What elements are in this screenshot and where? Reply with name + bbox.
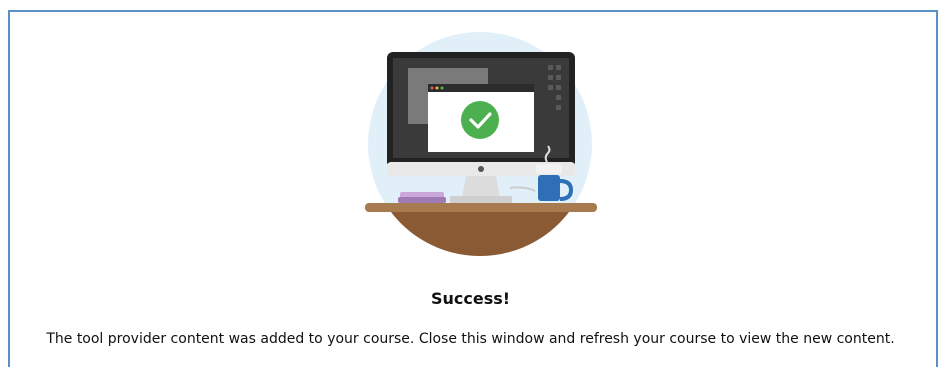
success-message: The tool provider content was added to y… bbox=[46, 331, 895, 347]
success-title: Success! bbox=[430, 289, 511, 308]
checkmark-icon bbox=[461, 101, 499, 139]
computer-success-illustration bbox=[365, 32, 597, 256]
